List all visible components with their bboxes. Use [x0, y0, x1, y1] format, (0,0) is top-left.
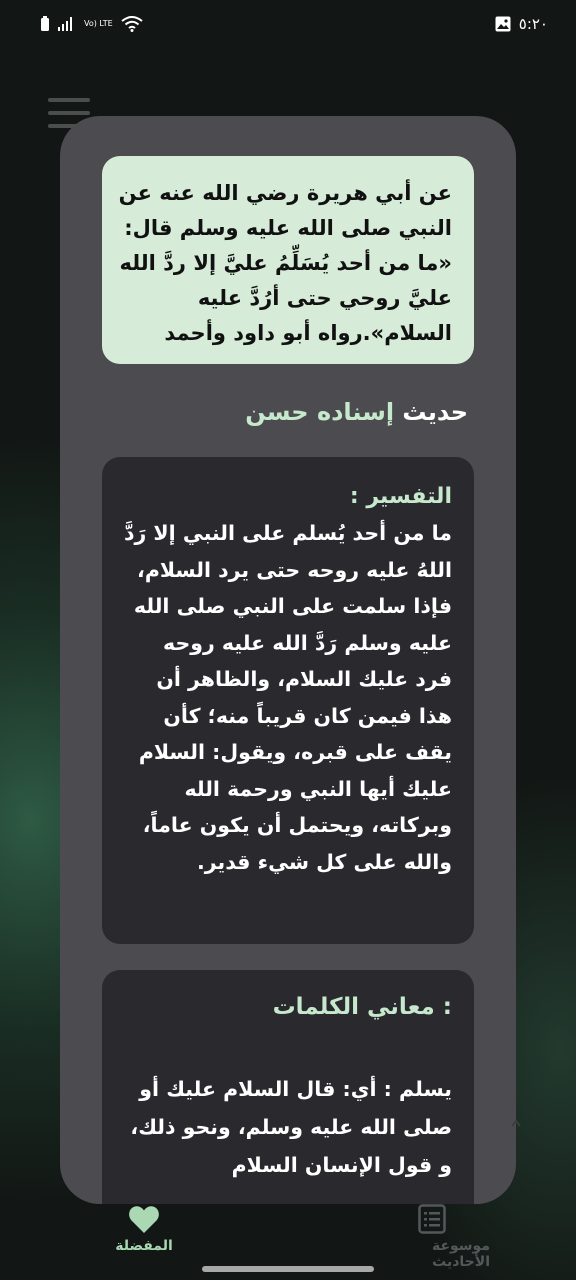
nav-favorites-label: المفضلة [115, 1238, 173, 1254]
gallery-icon [495, 16, 511, 32]
status-right: ٥:٢٠ [495, 15, 548, 33]
grade-prefix: حديث [402, 398, 468, 426]
wifi-icon [121, 16, 143, 32]
hadith-grade: حديث إسناده حسن [245, 398, 468, 426]
nav-encyclopedia-label: موسوعة الأحاديث [431, 1238, 490, 1270]
tafsir-box: التفسير : ما من أحد يُسلم على النبي إلا … [102, 457, 474, 944]
nav-favorites[interactable]: المفضلة [100, 1204, 188, 1254]
tafsir-text: ما من أحد يُسلم على النبي إلا رَدَّ الله… [123, 521, 452, 874]
status-left: Vo) LTE [40, 16, 143, 32]
nav-encyclopedia[interactable]: موسوعة الأحاديث [374, 1204, 490, 1270]
chevron-up-icon [511, 1119, 521, 1127]
tafsir-title: التفسير : [349, 484, 452, 509]
heart-icon [129, 1206, 159, 1233]
menu-line [48, 98, 90, 102]
battery-icon [41, 16, 49, 31]
meanings-text: يسلم : أي: قال السلام عليك أو صلى الله ع… [130, 1077, 452, 1177]
hadith-card: عن أبي هريرة رضي الله عنه عن النبي صلى ا… [60, 116, 516, 1204]
network-label: Vo) LTE [84, 19, 113, 28]
clock: ٥:٢٠ [518, 15, 548, 33]
list-icon [418, 1204, 446, 1234]
home-indicator[interactable] [202, 1266, 374, 1272]
menu-line [48, 111, 90, 115]
grade-value: إسناده حسن [245, 398, 395, 426]
signal-icon [58, 17, 72, 31]
meanings-title: : معاني الكلمات [272, 994, 452, 1020]
hadith-text-box: عن أبي هريرة رضي الله عنه عن النبي صلى ا… [102, 156, 474, 364]
meanings-box: : معاني الكلمات يسلم : أي: قال السلام عل… [102, 970, 474, 1204]
status-bar: Vo) LTE ٥:٢٠ [0, 0, 576, 48]
hadith-text: عن أبي هريرة رضي الله عنه عن النبي صلى ا… [118, 181, 452, 345]
